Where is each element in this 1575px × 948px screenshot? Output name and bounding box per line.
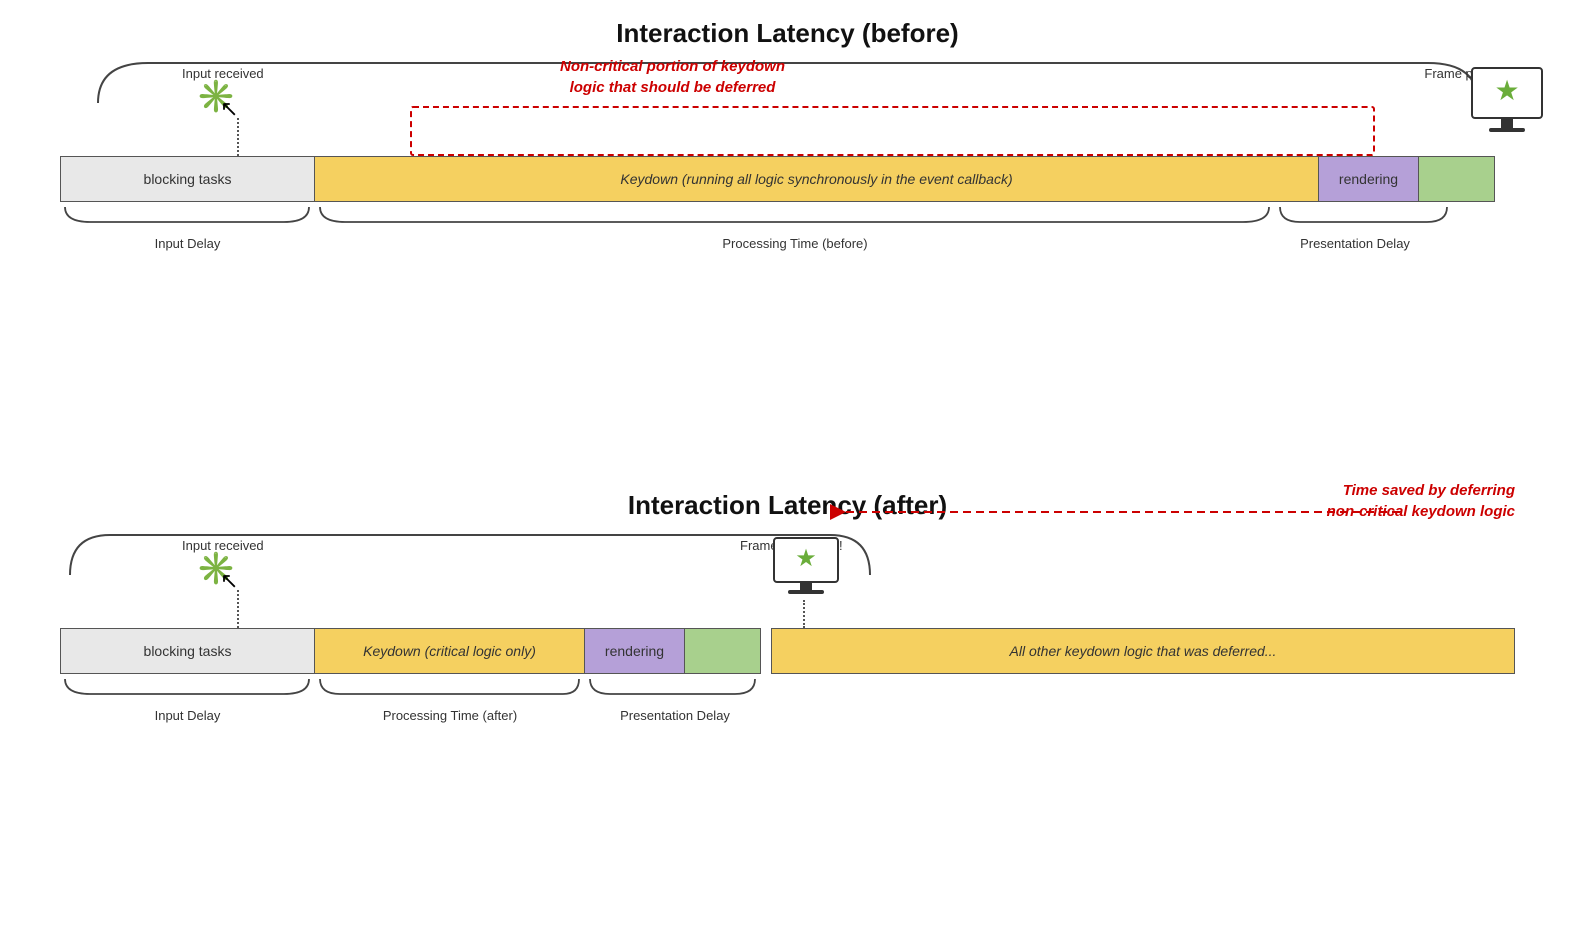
- svg-text:★: ★: [795, 545, 817, 572]
- top-main-brace: [68, 53, 1508, 108]
- top-dotted-line: [237, 118, 239, 156]
- top-cursor-icon: ↖: [220, 96, 238, 122]
- bottom-dotted-line-2: [803, 600, 805, 628]
- bottom-section: Interaction Latency (after) Time saved b…: [0, 490, 1575, 580]
- bottom-presentation-label: Presentation Delay: [575, 708, 775, 723]
- top-non-critical-label: Non-critical portion of keydown logic th…: [560, 56, 785, 98]
- top-processing-brace: [315, 202, 1275, 240]
- top-monitor-icon: ★: [1467, 66, 1547, 143]
- top-red-dashed-box: [410, 106, 1375, 156]
- bottom-blocking-bar: blocking tasks: [60, 628, 315, 674]
- bottom-red-arrow: [820, 502, 1420, 522]
- bottom-green-bar: [685, 628, 761, 674]
- bottom-bars-row: blocking tasks Keydown (critical logic o…: [60, 628, 1515, 674]
- bottom-processing-brace: [315, 674, 585, 712]
- bottom-monitor-icon: ★: [770, 536, 842, 605]
- diagram-container: Interaction Latency (before) Input recei…: [0, 0, 1575, 948]
- top-presentation-brace: [1275, 202, 1453, 240]
- bottom-input-delay-label: Input Delay: [60, 708, 315, 723]
- top-rendering-bar: rendering: [1319, 156, 1419, 202]
- bottom-processing-label: Processing Time (after): [315, 708, 585, 723]
- top-title: Interaction Latency (before): [0, 18, 1575, 49]
- bottom-deferred-bar: All other keydown logic that was deferre…: [771, 628, 1515, 674]
- bottom-input-delay-brace: [60, 674, 315, 712]
- top-green-bar: [1419, 156, 1495, 202]
- svg-text:★: ★: [1494, 75, 1519, 106]
- top-keydown-bar: Keydown (running all logic synchronously…: [315, 156, 1319, 202]
- top-input-delay-brace: [60, 202, 315, 240]
- top-section: Interaction Latency (before) Input recei…: [0, 18, 1575, 108]
- bottom-cursor-icon: ↖: [220, 568, 238, 594]
- top-blocking-bar: blocking tasks: [60, 156, 315, 202]
- top-input-delay-label: Input Delay: [60, 236, 315, 251]
- bottom-presentation-brace: [585, 674, 761, 712]
- bottom-rendering-bar: rendering: [585, 628, 685, 674]
- bottom-dotted-line: [237, 590, 239, 628]
- top-presentation-label: Presentation Delay: [1255, 236, 1455, 251]
- bottom-keydown-bar: Keydown (critical logic only): [315, 628, 585, 674]
- top-processing-label: Processing Time (before): [315, 236, 1275, 251]
- top-bars-row: blocking tasks Keydown (running all logi…: [60, 156, 1495, 202]
